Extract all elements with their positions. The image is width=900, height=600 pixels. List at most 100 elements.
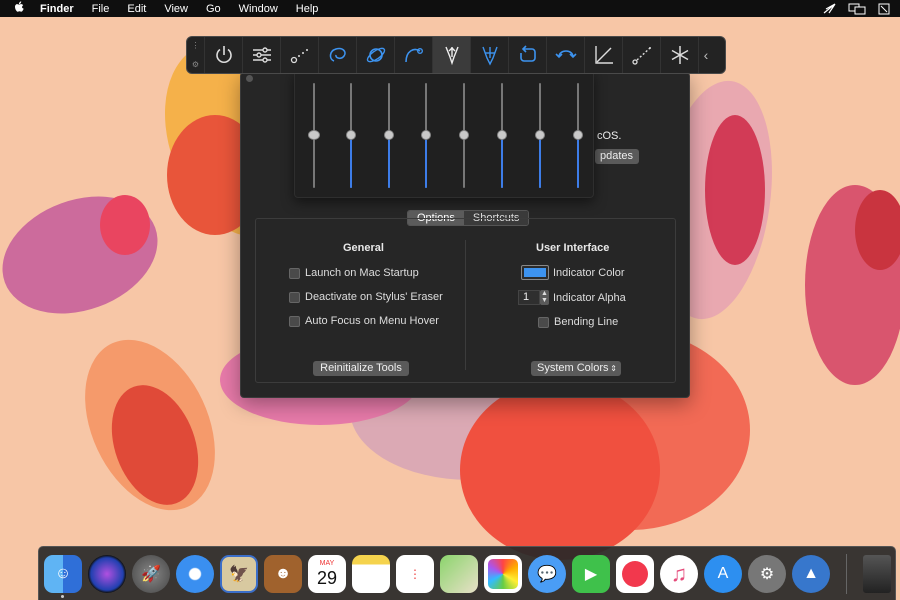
tripod-pen-icon <box>444 46 459 66</box>
lasso-tool[interactable] <box>319 37 357 73</box>
facetime-icon[interactable]: ▶ <box>572 554 610 593</box>
dashed-line-icon <box>631 47 651 65</box>
axes-icon <box>594 46 613 64</box>
launchpad-icon[interactable]: 🚀 <box>132 554 170 593</box>
updates-button[interactable]: pdates <box>595 149 639 164</box>
notes-icon[interactable] <box>352 554 390 593</box>
rotate-icon <box>519 45 536 62</box>
asterisk-tool[interactable] <box>661 37 699 73</box>
siri-icon[interactable] <box>88 554 126 593</box>
menu-finder[interactable]: Finder <box>31 3 83 15</box>
slider-fill <box>425 136 427 188</box>
fountain-pen-tool[interactable] <box>471 37 509 73</box>
slider-knob[interactable] <box>346 130 356 140</box>
messages-icon[interactable]: 💬 <box>528 554 566 593</box>
slider-5[interactable] <box>457 83 471 188</box>
tripod-pen-tool[interactable] <box>433 37 471 73</box>
palette-grip[interactable]: ⋮ ⚙ <box>187 37 205 73</box>
checkbox-label: Deactivate on Stylus' Eraser <box>305 291 443 303</box>
dock: ☺ 🚀 🦅 ☻ MAY 29 ⋮ 💬 ▶ ♫ A ⚙ ▲ <box>38 546 896 600</box>
calendar-day: 29 <box>316 567 338 588</box>
indicator-color-well[interactable] <box>521 265 549 280</box>
checkbox-label: Auto Focus on Menu Hover <box>305 315 439 327</box>
panel-close-dot[interactable] <box>246 75 253 82</box>
slider-knob[interactable] <box>497 130 507 140</box>
deactivate-on-eraser-checkbox[interactable]: Deactivate on Stylus' Eraser <box>289 291 443 303</box>
auto-focus-checkbox[interactable]: Auto Focus on Menu Hover <box>289 315 439 327</box>
column-divider <box>465 240 466 370</box>
slider-1[interactable] <box>307 83 321 188</box>
slider-knob[interactable] <box>573 130 583 140</box>
dashed-line-tool[interactable] <box>623 37 661 73</box>
popup-chevron-icon: ⇕ <box>610 364 617 373</box>
checkbox-box[interactable] <box>289 267 300 279</box>
slider-knob[interactable] <box>421 130 431 140</box>
user-interface-heading: User Interface <box>536 242 610 254</box>
slider-2[interactable] <box>344 83 358 188</box>
settings-tool[interactable] <box>243 37 281 73</box>
system-preferences-icon[interactable]: ⚙ <box>748 554 786 593</box>
affinity-icon[interactable]: ▲ <box>792 554 830 593</box>
mail-icon[interactable]: 🦅 <box>220 554 258 593</box>
menu-window[interactable]: Window <box>230 3 287 15</box>
slider-knob[interactable] <box>384 130 394 140</box>
checkbox-box[interactable] <box>289 315 300 327</box>
reminders-icon[interactable]: ⋮ <box>396 554 434 593</box>
reinitialize-tools-button[interactable]: Reinitialize Tools <box>313 361 409 376</box>
checkbox-box[interactable] <box>538 316 549 328</box>
maps-icon[interactable] <box>440 554 478 593</box>
slider-7[interactable] <box>533 83 547 188</box>
dock-separator <box>846 553 847 594</box>
contacts-icon[interactable]: ☻ <box>264 554 302 593</box>
news-icon[interactable] <box>616 554 654 593</box>
slider-knob-arrows[interactable] <box>308 130 320 140</box>
fullscreen-icon[interactable] <box>878 3 890 15</box>
indicator-alpha-label: Indicator Alpha <box>553 292 626 304</box>
undo-tool[interactable] <box>547 37 585 73</box>
color-swatch <box>524 268 546 277</box>
menu-help[interactable]: Help <box>287 3 328 15</box>
popup-label: System Colors <box>537 362 609 374</box>
lasso-icon <box>329 47 346 62</box>
slider-knob[interactable] <box>535 130 545 140</box>
slider-6[interactable] <box>495 83 509 188</box>
orbit-tool[interactable] <box>357 37 395 73</box>
slider-3[interactable] <box>382 83 396 188</box>
menu-go[interactable]: Go <box>197 3 230 15</box>
apple-menu-icon[interactable] <box>0 1 31 16</box>
safari-icon[interactable] <box>176 554 214 593</box>
collapse-chevron-icon[interactable]: ‹ <box>699 37 713 73</box>
slider-fill <box>577 136 579 188</box>
indicator-alpha-field[interactable]: 1 <box>518 290 540 305</box>
tool-palette: ⋮ ⚙ ‹ <box>186 36 726 74</box>
app-store-icon[interactable]: A <box>704 554 742 593</box>
dotted-line-tool[interactable] <box>281 37 319 73</box>
slider-8[interactable] <box>571 83 585 188</box>
display-mirror-icon[interactable] <box>848 3 866 15</box>
photos-icon[interactable] <box>484 554 522 593</box>
axes-tool[interactable] <box>585 37 623 73</box>
cast-icon[interactable] <box>823 2 836 15</box>
itunes-icon[interactable]: ♫ <box>660 554 698 593</box>
dotted-line-icon <box>290 49 308 64</box>
palette-settings-icon[interactable]: ⚙ <box>192 60 199 69</box>
bending-line-checkbox[interactable]: Bending Line <box>538 316 618 328</box>
alpha-stepper[interactable]: ▲ ▼ <box>540 290 549 305</box>
finder-icon[interactable]: ☺ <box>44 554 82 593</box>
trash-icon[interactable] <box>863 554 891 593</box>
slider-fill <box>388 136 390 188</box>
power-tool[interactable] <box>205 37 243 73</box>
launch-on-startup-checkbox[interactable]: Launch on Mac Startup <box>289 267 419 279</box>
sliders-icon <box>252 47 271 63</box>
menu-view[interactable]: View <box>155 3 197 15</box>
calendar-icon[interactable]: MAY 29 <box>308 554 346 593</box>
slider-knob[interactable] <box>459 130 469 140</box>
slider-4[interactable] <box>419 83 433 188</box>
checkbox-box[interactable] <box>289 291 300 303</box>
system-colors-popup[interactable]: System Colors ⇕ <box>531 361 621 376</box>
fountain-pen-icon <box>481 46 498 66</box>
menu-file[interactable]: File <box>83 3 119 15</box>
rotate-tool[interactable] <box>509 37 547 73</box>
arc-pen-tool[interactable] <box>395 37 433 73</box>
menu-edit[interactable]: Edit <box>118 3 155 15</box>
